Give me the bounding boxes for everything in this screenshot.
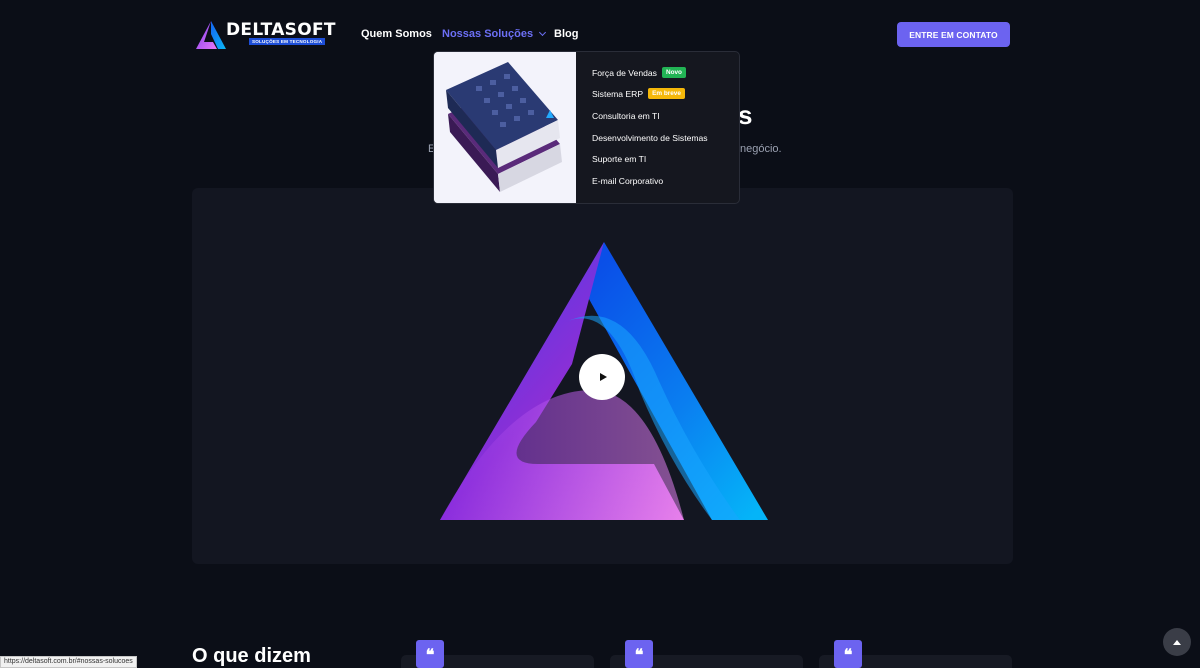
logo-tagline: SOLUÇÕES EM TECNOLOGIA [249, 38, 326, 45]
site-logo[interactable]: DELTASOFT SOLUÇÕES EM TECNOLOGIA [195, 20, 335, 50]
quote-icon: ❝ [834, 640, 862, 668]
logo-wordmark: DELTASOFT [226, 20, 336, 40]
arrow-up-icon [1173, 639, 1181, 645]
badge-coming-soon: Em breve [648, 88, 685, 99]
product-box-image [434, 52, 576, 203]
chevron-down-icon [539, 28, 547, 37]
menu-item-label: Sistema ERP [592, 88, 644, 99]
nav-nossas-solucoes-label: Nossas Soluções [442, 28, 534, 40]
quote-icon: ❝ [625, 640, 653, 668]
hero-subtitle-end: negócio. [740, 143, 782, 155]
status-bar-url: https://deltasoft.com.br/#nossas-solucoe… [0, 656, 137, 668]
menu-item-suporte[interactable]: Suporte em TI [592, 154, 646, 164]
logo-icon [196, 21, 226, 49]
contact-button[interactable]: ENTRE EM CONTATO [897, 22, 1010, 47]
menu-item-consultoria[interactable]: Consultoria em TI [592, 111, 660, 121]
menu-item-email-corporativo[interactable]: E-mail Corporativo [592, 176, 663, 186]
menu-item-forca-de-vendas[interactable]: Força de Vendas Novo [592, 67, 686, 78]
nav-nossas-solucoes[interactable]: Nossas Soluções [442, 28, 547, 40]
solutions-dropdown: Força de Vendas Novo Sistema ERP Em brev… [433, 51, 740, 204]
menu-item-desenvolvimento[interactable]: Desenvolvimento de Sistemas [592, 133, 708, 143]
play-button[interactable] [579, 354, 625, 400]
testimonials-title: O que dizem [192, 645, 311, 667]
hero-title: s [738, 100, 753, 130]
menu-item-label: Força de Vendas [592, 67, 657, 78]
badge-new: Novo [661, 67, 686, 78]
nav-blog[interactable]: Blog [554, 28, 578, 40]
menu-item-sistema-erp[interactable]: Sistema ERP Em breve [592, 88, 685, 99]
nav-quem-somos[interactable]: Quem Somos [361, 28, 432, 40]
back-to-top-button[interactable] [1163, 628, 1191, 656]
play-icon [599, 373, 607, 381]
quote-icon: ❝ [416, 640, 444, 668]
